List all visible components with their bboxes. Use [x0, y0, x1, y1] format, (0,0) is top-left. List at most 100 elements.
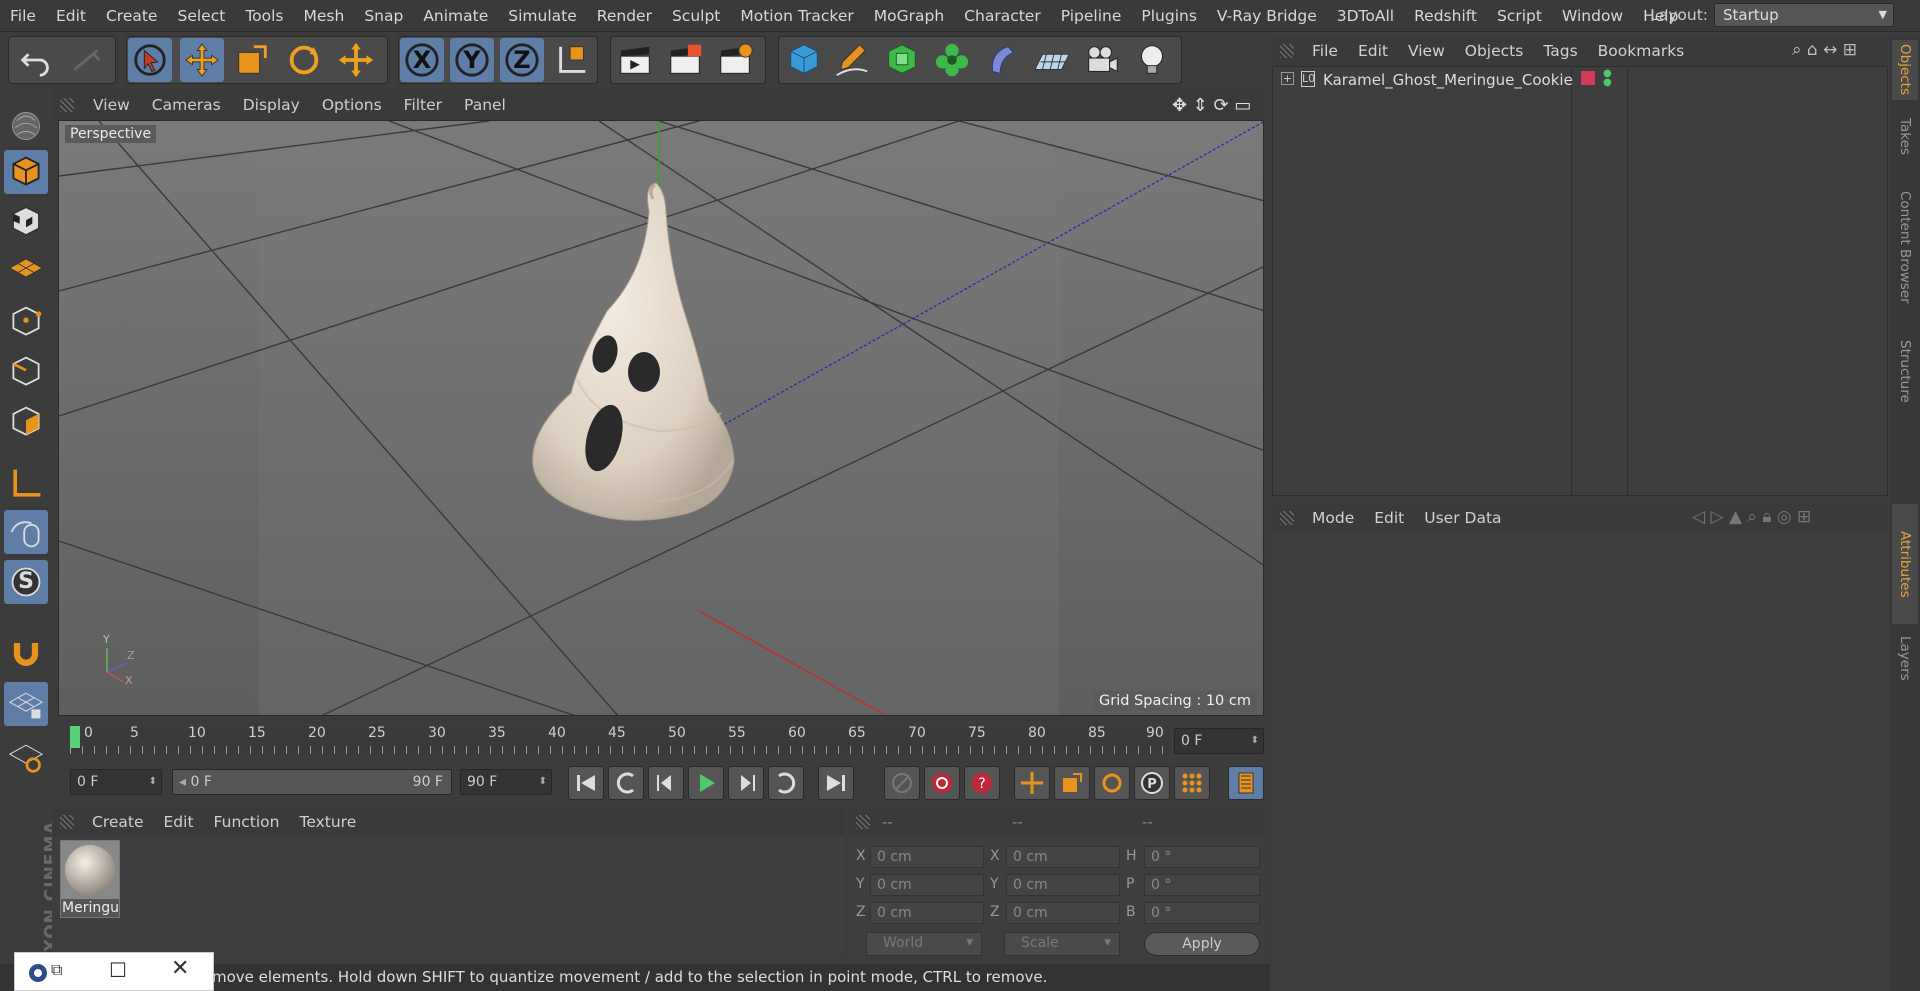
add-cube-button[interactable]: [782, 38, 826, 82]
size-y-field[interactable]: 0 cm: [1006, 874, 1120, 896]
position-z-field[interactable]: 0 cm: [870, 902, 984, 924]
size-x-field[interactable]: 0 cm: [1006, 846, 1120, 868]
maximize-icon[interactable]: ☐: [109, 958, 127, 982]
close-icon[interactable]: ✕: [171, 956, 189, 981]
polygons-mode-button[interactable]: [4, 400, 48, 444]
menu-plugins[interactable]: Plugins: [1131, 7, 1207, 25]
undo-button[interactable]: [14, 38, 58, 82]
key-scale-button[interactable]: [1054, 766, 1090, 800]
attribute-menu-user-data[interactable]: User Data: [1414, 509, 1511, 527]
model-mode-button[interactable]: [4, 150, 48, 194]
add-spline-pen-button[interactable]: [830, 38, 874, 82]
add-cloner-button[interactable]: [930, 38, 974, 82]
next-frame-button[interactable]: [728, 766, 764, 800]
z-axis-lock-button[interactable]: Z: [500, 38, 544, 82]
playhead-marker[interactable]: [70, 726, 80, 748]
scale-tool-button[interactable]: [230, 38, 274, 82]
menu-tools[interactable]: Tools: [235, 7, 293, 25]
menu-snap[interactable]: Snap: [354, 7, 413, 25]
viewport-menu-view[interactable]: View: [82, 96, 141, 114]
menu-file[interactable]: File: [0, 7, 46, 25]
object-menu-objects[interactable]: Objects: [1455, 42, 1534, 60]
rotation-b-field[interactable]: 0 °: [1144, 902, 1260, 924]
key-rotation-button[interactable]: [1094, 766, 1130, 800]
live-selection-button[interactable]: [128, 38, 172, 82]
menu-animate[interactable]: Animate: [413, 7, 498, 25]
menu-sculpt[interactable]: Sculpt: [662, 7, 730, 25]
start-frame-field[interactable]: 0 F ⬍: [70, 769, 162, 795]
render-settings-button[interactable]: [714, 38, 758, 82]
timeline[interactable]: 0 5 10 15 20 25 30 35 40 45 50 55 60 65 …: [52, 720, 1266, 758]
add-floor-button[interactable]: [1030, 38, 1074, 82]
object-name[interactable]: Karamel_Ghost_Meringue_Cookie: [1323, 71, 1573, 89]
size-z-field[interactable]: 0 cm: [1006, 902, 1120, 924]
key-parameter-button[interactable]: P: [1134, 766, 1170, 800]
lock-workplane-button[interactable]: [4, 682, 48, 726]
attribute-nav-icons[interactable]: ◁ ▷ ▲ ⌕ 🔒︎ ◎ ⊞: [1692, 507, 1811, 527]
add-camera-button[interactable]: [1080, 38, 1124, 82]
y-axis-lock-button[interactable]: Y: [450, 38, 494, 82]
layer-color-tag[interactable]: [1581, 71, 1595, 85]
layout-dropdown[interactable]: Startup ▼: [1714, 3, 1894, 27]
position-x-field[interactable]: 0 cm: [870, 846, 984, 868]
attribute-menu-edit[interactable]: Edit: [1364, 509, 1414, 527]
make-editable-button[interactable]: [4, 104, 48, 148]
material-menu-create[interactable]: Create: [82, 813, 154, 831]
object-menu-tags[interactable]: Tags: [1533, 42, 1587, 60]
record-active-objects-button[interactable]: [884, 766, 920, 800]
rotate-tool-button[interactable]: [282, 38, 326, 82]
tab-layers[interactable]: Layers: [1892, 628, 1918, 688]
perspective-viewport[interactable]: Y Z X Perspective Grid Spacing : 10 cm: [58, 120, 1264, 716]
viewport-nav-icons[interactable]: ✥ ⇕ ⟳ ▭: [1172, 95, 1251, 116]
object-manager-nav-icons[interactable]: ⌕ ⌂ ↔ ⊞: [1792, 40, 1857, 60]
material-menu-edit[interactable]: Edit: [154, 813, 204, 831]
play-button[interactable]: [688, 766, 724, 800]
rotation-h-field[interactable]: 0 °: [1144, 846, 1260, 868]
redo-button[interactable]: [64, 38, 108, 82]
planar-workplane-button[interactable]: [4, 734, 48, 778]
viewport-menu-filter[interactable]: Filter: [393, 96, 453, 114]
autokeying-button[interactable]: [924, 766, 960, 800]
move-tool-button[interactable]: [180, 38, 224, 82]
menu-mograph[interactable]: MoGraph: [864, 7, 954, 25]
object-menu-edit[interactable]: Edit: [1348, 42, 1398, 60]
position-y-field[interactable]: 0 cm: [870, 874, 984, 896]
tab-structure[interactable]: Structure: [1892, 326, 1918, 416]
menu-create[interactable]: Create: [96, 7, 168, 25]
end-frame-field[interactable]: 90 F ⬍: [460, 769, 552, 795]
menu-simulate[interactable]: Simulate: [498, 7, 587, 25]
enable-axis-button[interactable]: [4, 462, 48, 506]
go-to-start-button[interactable]: [568, 766, 604, 800]
tab-attributes[interactable]: Attributes: [1892, 504, 1918, 624]
frame-range-slider[interactable]: ◂ 0 F 90 F: [172, 769, 452, 795]
menu-edit[interactable]: Edit: [46, 7, 96, 25]
render-to-picture-viewer-button[interactable]: [664, 38, 708, 82]
object-menu-file[interactable]: File: [1302, 42, 1348, 60]
viewport-menu-panel[interactable]: Panel: [453, 96, 517, 114]
scale-select[interactable]: Scale ▼: [1004, 932, 1120, 956]
keyframe-selection-button[interactable]: ?: [964, 766, 1000, 800]
key-position-button[interactable]: [1014, 766, 1050, 800]
texture-mode-button[interactable]: [4, 200, 48, 244]
object-row[interactable]: + L0 Karamel_Ghost_Meringue_Cookie ● ●: [1273, 69, 1885, 93]
points-mode-button[interactable]: [4, 300, 48, 344]
object-menu-bookmarks[interactable]: Bookmarks: [1588, 42, 1695, 60]
workplane-mode-button[interactable]: [4, 246, 48, 290]
viewport-menu-options[interactable]: Options: [311, 96, 393, 114]
current-frame-field[interactable]: 0 F ⬍: [1174, 728, 1264, 754]
menu-script[interactable]: Script: [1487, 7, 1552, 25]
menu-3dtoall[interactable]: 3DToAll: [1327, 7, 1404, 25]
menu-motion-tracker[interactable]: Motion Tracker: [730, 7, 863, 25]
menu-window[interactable]: Window: [1552, 7, 1633, 25]
transform-tool-button[interactable]: [334, 38, 378, 82]
timeline-window-button[interactable]: [1228, 766, 1264, 800]
menu-mesh[interactable]: Mesh: [294, 7, 355, 25]
expand-icon[interactable]: +: [1281, 72, 1294, 85]
world-select[interactable]: World ▼: [866, 932, 982, 956]
tab-objects[interactable]: Objects: [1892, 40, 1918, 100]
add-subdivision-button[interactable]: [880, 38, 924, 82]
go-to-end-button[interactable]: [818, 766, 854, 800]
menu-select[interactable]: Select: [167, 7, 235, 25]
rotation-p-field[interactable]: 0 °: [1144, 874, 1260, 896]
render-view-button[interactable]: [614, 38, 658, 82]
